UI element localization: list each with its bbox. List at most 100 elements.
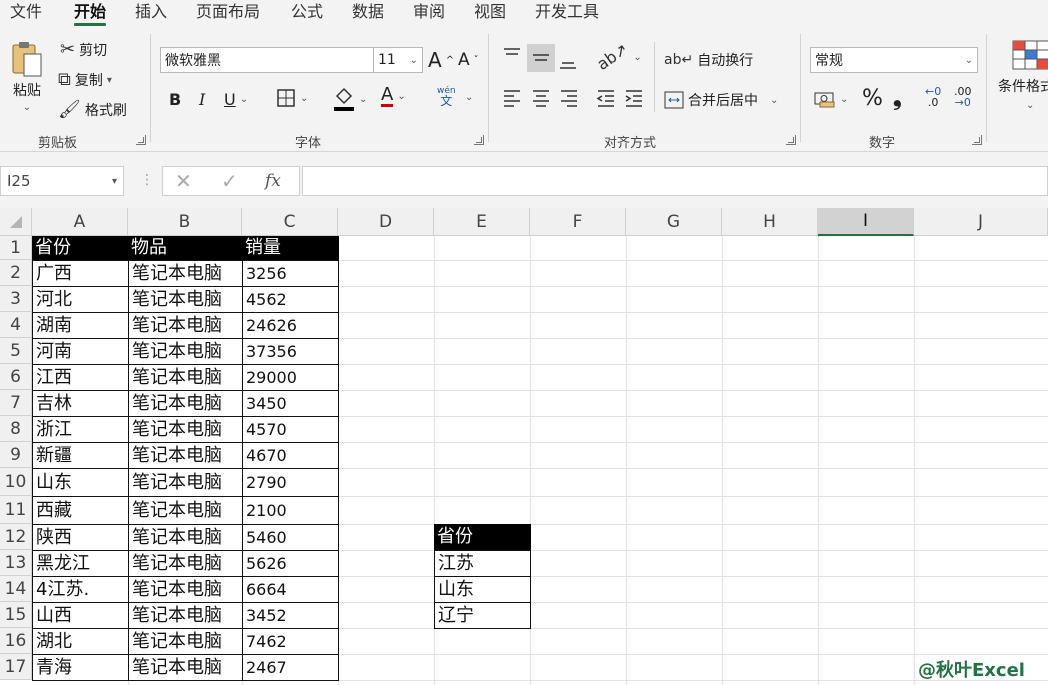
row-header-17[interactable]: 17 [0, 654, 32, 680]
column-header-g[interactable]: G [626, 208, 722, 236]
table-cell[interactable]: 2100 [242, 496, 339, 525]
table-cell[interactable]: 笔记本电脑 [128, 654, 243, 681]
dialog-launcher-icon[interactable] [786, 135, 796, 145]
column-header-f[interactable]: F [530, 208, 626, 236]
grow-font-button[interactable]: A ^ [428, 48, 454, 72]
name-box[interactable]: I25 ▾ [0, 166, 124, 196]
fill-color-button[interactable]: ⌄ [333, 86, 367, 112]
table-cell[interactable]: 笔记本电脑 [128, 390, 243, 417]
table-cell[interactable]: 2790 [242, 468, 339, 497]
table-cell[interactable]: 29000 [242, 364, 339, 391]
row-header-6[interactable]: 6 [0, 364, 32, 390]
table-cell[interactable]: 江西 [32, 364, 129, 391]
table-cell[interactable]: 笔记本电脑 [128, 550, 243, 577]
table-cell[interactable]: 新疆 [32, 442, 129, 469]
underline-button[interactable]: U ⌄ [224, 90, 248, 109]
table-cell[interactable]: 浙江 [32, 416, 129, 443]
column-header-c[interactable]: C [242, 208, 338, 236]
table-cell[interactable]: 广西 [32, 260, 129, 287]
tab-developer[interactable]: 开发工具 [535, 2, 599, 22]
table-cell[interactable]: 山西 [32, 602, 129, 629]
table-cell[interactable]: 4江苏. [32, 576, 129, 603]
paste-button[interactable]: 粘贴 ⌄ [10, 40, 44, 113]
table-cell[interactable]: 西藏 [32, 496, 129, 525]
table-cell[interactable]: 3256 [242, 260, 339, 287]
tab-review[interactable]: 审阅 [413, 2, 445, 22]
table-cell[interactable]: 笔记本电脑 [128, 338, 243, 365]
table-cell[interactable]: 4670 [242, 442, 339, 469]
table-cell[interactable]: 笔记本电脑 [128, 602, 243, 629]
table-cell[interactable]: 2467 [242, 654, 339, 681]
table-cell[interactable]: 青海 [32, 654, 129, 681]
table-header-cell[interactable]: 销量 [242, 236, 339, 261]
phonetic-button[interactable]: wén 文 [437, 86, 456, 107]
table-header-cell[interactable]: 省份 [32, 236, 129, 261]
align-left-button[interactable] [502, 89, 522, 107]
row-header-13[interactable]: 13 [0, 550, 32, 576]
format-painter-button[interactable]: 🖌 格式刷 [58, 100, 127, 120]
row-header-5[interactable]: 5 [0, 338, 32, 364]
table-cell[interactable]: 笔记本电脑 [128, 312, 243, 339]
font-name-dropdown[interactable]: 微软雅黑 [160, 47, 374, 73]
align-top-button[interactable] [502, 46, 522, 66]
table-cell[interactable]: 24626 [242, 312, 339, 339]
table-cell[interactable]: 山东 [32, 468, 129, 497]
column-header-d[interactable]: D [338, 208, 434, 236]
table-cell[interactable]: 笔记本电脑 [128, 628, 243, 655]
table-cell[interactable]: 笔记本电脑 [128, 442, 243, 469]
row-header-4[interactable]: 4 [0, 312, 32, 338]
table-cell[interactable]: 笔记本电脑 [128, 364, 243, 391]
align-center-button[interactable] [531, 89, 551, 107]
font-size-dropdown[interactable]: 11 ⌄ [373, 47, 423, 73]
criteria-header-cell[interactable]: 省份 [434, 524, 531, 551]
table-cell[interactable]: 湖北 [32, 628, 129, 655]
more-options-icon[interactable]: ⋮ [140, 172, 154, 188]
conditional-formatting-button[interactable]: 条件格式 ⌄ [998, 40, 1048, 111]
row-header-2[interactable]: 2 [0, 260, 32, 286]
wrap-text-button[interactable]: ab↵ 自动换行 [664, 50, 753, 70]
cancel-icon[interactable]: ✕ [175, 169, 192, 193]
row-header-3[interactable]: 3 [0, 286, 32, 312]
tab-insert[interactable]: 插入 [135, 2, 167, 22]
table-cell[interactable]: 5460 [242, 524, 339, 551]
tab-home[interactable]: 开始 [74, 2, 107, 26]
align-right-button[interactable] [559, 89, 579, 107]
table-cell[interactable]: 笔记本电脑 [128, 260, 243, 287]
table-cell[interactable]: 4562 [242, 286, 339, 313]
align-bottom-button[interactable] [558, 52, 578, 72]
select-all-button[interactable] [0, 208, 32, 236]
table-cell[interactable]: 笔记本电脑 [128, 468, 243, 497]
table-cell[interactable]: 5626 [242, 550, 339, 577]
percent-button[interactable]: % [862, 86, 883, 111]
decrease-indent-button[interactable] [596, 89, 616, 107]
formula-input[interactable] [302, 166, 1048, 196]
row-header-14[interactable]: 14 [0, 576, 32, 602]
row-header-16[interactable]: 16 [0, 628, 32, 654]
increase-indent-button[interactable] [624, 89, 644, 107]
italic-button[interactable]: I [199, 90, 205, 109]
table-header-cell[interactable]: 物品 [128, 236, 243, 261]
column-header-a[interactable]: A [32, 208, 128, 236]
tab-formulas[interactable]: 公式 [291, 2, 323, 22]
shrink-font-button[interactable]: Aˇ [458, 50, 479, 70]
table-cell[interactable]: 笔记本电脑 [128, 576, 243, 603]
insert-function-button[interactable]: fx [265, 171, 281, 191]
criteria-cell[interactable]: 山东 [434, 576, 531, 603]
tab-view[interactable]: 视图 [474, 2, 506, 22]
table-cell[interactable]: 笔记本电脑 [128, 286, 243, 313]
table-cell[interactable]: 河北 [32, 286, 129, 313]
worksheet-grid[interactable]: ABCDEFGHIJ 1 2 3 4 5 6 7 8 9 10 11 12 13 14 15 16 17 省份物… [0, 208, 1048, 685]
merge-center-button[interactable]: 合并后居中 ⌄ [664, 90, 778, 110]
tab-data[interactable]: 数据 [352, 2, 384, 22]
table-cell[interactable]: 37356 [242, 338, 339, 365]
table-cell[interactable]: 3450 [242, 390, 339, 417]
row-header-10[interactable]: 10 [0, 468, 32, 496]
dialog-launcher-icon[interactable] [136, 135, 146, 145]
row-header-9[interactable]: 9 [0, 442, 32, 468]
table-cell[interactable]: 笔记本电脑 [128, 416, 243, 443]
tab-page-layout[interactable]: 页面布局 [196, 2, 260, 22]
orientation-button[interactable]: ab↗ ⌄ [593, 39, 641, 74]
criteria-cell[interactable]: 江苏 [434, 550, 531, 577]
table-cell[interactable]: 湖南 [32, 312, 129, 339]
row-header-15[interactable]: 15 [0, 602, 32, 628]
